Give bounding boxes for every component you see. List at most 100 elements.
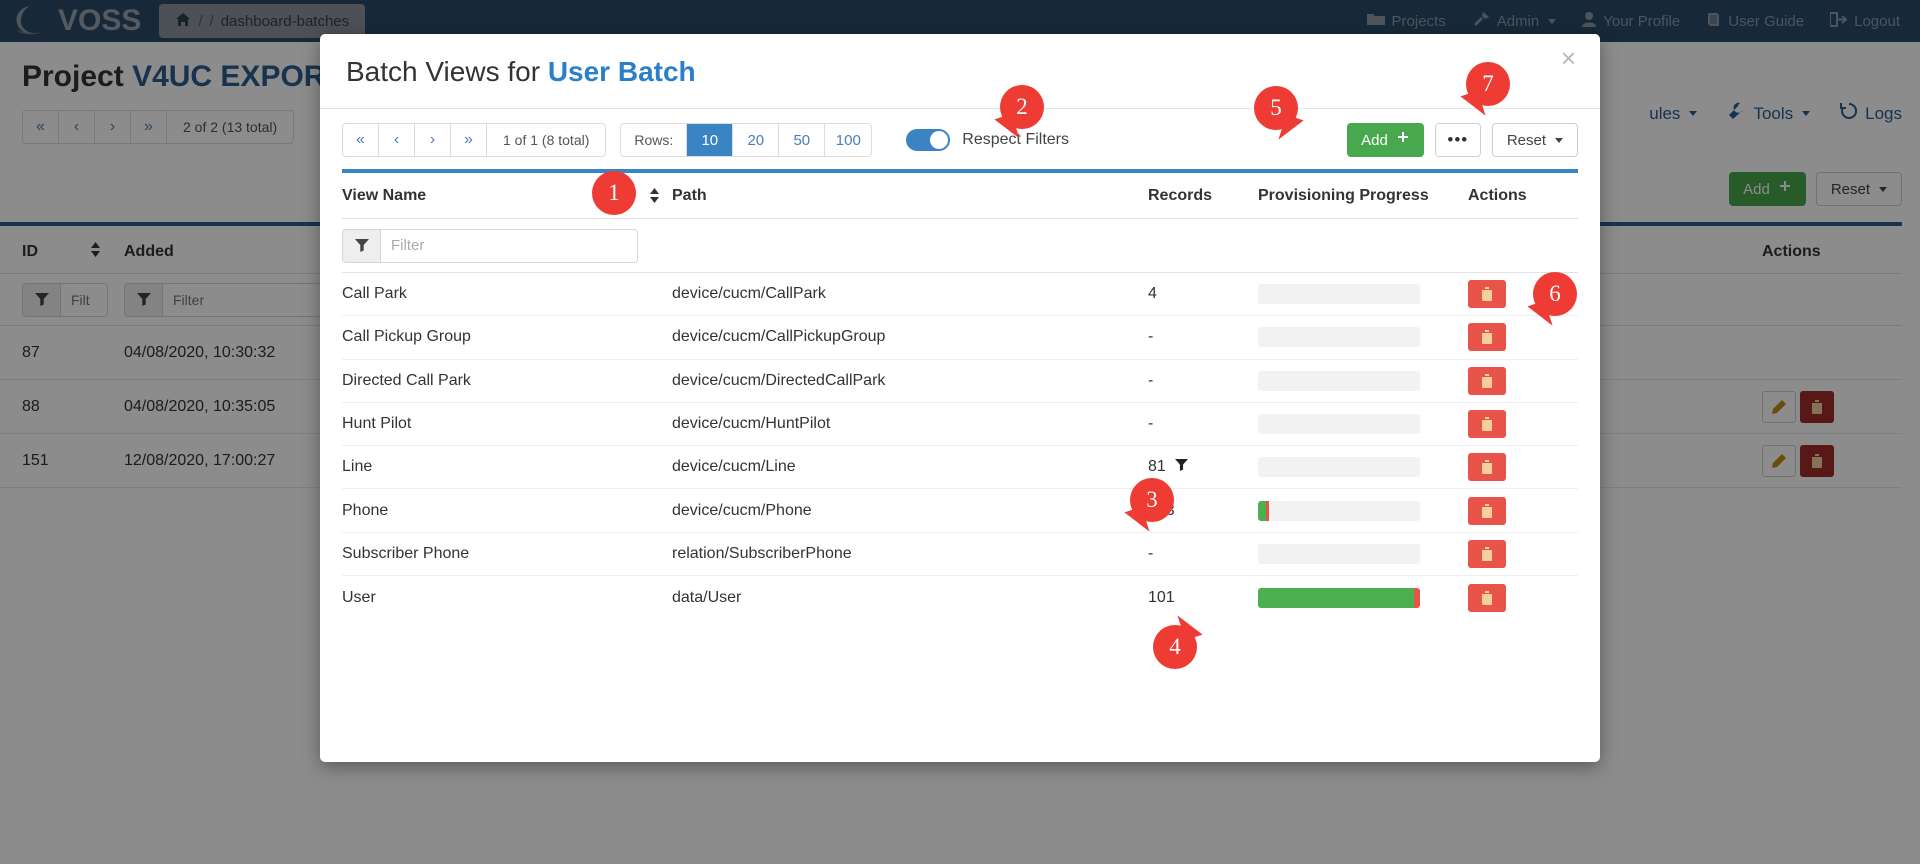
page-prev-button[interactable]: ‹	[379, 124, 415, 156]
progress-fill-error	[1413, 587, 1420, 608]
cell-records: -	[1148, 415, 1154, 433]
filter-icon[interactable]	[1174, 458, 1188, 476]
page-next-button[interactable]: ›	[415, 124, 451, 156]
page-first-button[interactable]: «	[343, 124, 379, 156]
cell-path: device/cucm/DirectedCallPark	[672, 371, 886, 389]
callout-badge-5: 5	[1254, 86, 1298, 130]
delete-button[interactable]	[1468, 366, 1506, 395]
view-name-filter-group[interactable]	[342, 228, 638, 263]
delete-button[interactable]	[1468, 583, 1506, 612]
plus-icon	[1396, 131, 1410, 149]
col-provisioning-progress: Provisioning Progress	[1258, 186, 1429, 204]
table-row[interactable]: Directed Call Park device/cucm/DirectedCa…	[342, 360, 1578, 403]
progress-bar	[1258, 543, 1420, 564]
modal-toolbar-actions: Add ••• Reset	[1347, 123, 1578, 157]
batch-views-table: View Name Path Records Provisioning Prog…	[320, 173, 1600, 619]
cell-records: 101	[1148, 588, 1175, 606]
progress-fill-error	[1266, 500, 1269, 521]
table-body: Call Park device/cucm/CallPark 4 Call Picku…	[342, 273, 1578, 619]
callout-badge-1: 1	[592, 171, 636, 215]
screen-root: VOSS / / dashboard-batches Projects Admi…	[0, 0, 1920, 864]
reset-label: Reset	[1506, 131, 1546, 149]
progress-bar	[1258, 457, 1420, 478]
progress-bar	[1258, 370, 1420, 391]
cell-path: device/cucm/Phone	[672, 501, 812, 519]
cell-view-name: User	[342, 588, 376, 606]
cell-records: -	[1148, 328, 1154, 346]
modal-title-highlight: User Batch	[547, 56, 696, 87]
batch-views-modal: × Batch Views for User Batch « ‹ › » 1 o…	[320, 34, 1600, 762]
cell-path: device/cucm/Line	[672, 458, 796, 476]
delete-button[interactable]	[1468, 410, 1506, 439]
cell-path: relation/SubscriberPhone	[672, 544, 852, 562]
cell-path: data/User	[672, 588, 742, 606]
close-icon[interactable]: ×	[1555, 44, 1582, 72]
cell-path: device/cucm/HuntPilot	[672, 415, 831, 433]
cell-view-name: Subscriber Phone	[342, 544, 470, 562]
more-options-button[interactable]: •••	[1434, 123, 1481, 157]
table-row[interactable]: Hunt Pilot device/cucm/HuntPilot -	[342, 403, 1578, 447]
sort-icon[interactable]	[638, 188, 660, 203]
cell-view-name: Line	[342, 458, 373, 476]
rows-option-100[interactable]: 100	[825, 124, 871, 156]
delete-button[interactable]	[1468, 453, 1506, 482]
page-last-button[interactable]: »	[451, 124, 487, 156]
rows-option-20[interactable]: 20	[733, 124, 780, 156]
cell-view-name: Phone	[342, 501, 389, 519]
delete-button[interactable]	[1468, 539, 1506, 568]
add-button[interactable]: Add	[1347, 123, 1424, 157]
cell-records: 4	[1148, 285, 1157, 303]
callout-badge-4: 4	[1153, 625, 1197, 669]
add-label: Add	[1361, 131, 1388, 149]
callout-badge-2: 2	[1000, 85, 1044, 129]
view-name-filter-input[interactable]	[381, 229, 637, 262]
cell-records: -	[1148, 544, 1154, 562]
table-header: View Name Path Records Provisioning Prog…	[342, 173, 1578, 219]
col-path[interactable]: Path	[660, 187, 1148, 205]
callout-badge-6: 6	[1533, 272, 1577, 316]
rows-option-50[interactable]: 50	[779, 124, 826, 156]
cell-view-name: Hunt Pilot	[342, 415, 412, 433]
delete-button[interactable]	[1468, 280, 1506, 309]
respect-filters-control[interactable]: Respect Filters	[906, 129, 1069, 151]
progress-fill-success	[1258, 500, 1267, 521]
cell-records: 81	[1148, 458, 1166, 476]
table-row[interactable]: Call Pickup Group device/cucm/CallPickupG…	[342, 316, 1578, 360]
modal-pagination: « ‹ › » 1 of 1 (8 total)	[342, 123, 607, 157]
table-row[interactable]: Call Park device/cucm/CallPark 4	[342, 273, 1578, 317]
modal-title: Batch Views for User Batch	[320, 34, 1600, 88]
progress-bar	[1258, 587, 1420, 608]
progress-bar	[1258, 327, 1420, 348]
rows-label: Rows:	[621, 124, 688, 156]
chevron-down-icon	[1555, 137, 1563, 143]
rows-per-page-group: Rows: 10 20 50 100	[620, 123, 873, 157]
table-row[interactable]: Phonedevice/cucm/Phone193	[342, 489, 1578, 533]
cell-view-name: Directed Call Park	[342, 371, 471, 389]
respect-filters-toggle[interactable]	[906, 129, 951, 151]
callout-badge-3: 3	[1130, 478, 1174, 522]
modal-title-prefix: Batch Views for	[346, 56, 541, 87]
table-filter-row	[342, 219, 1578, 273]
progress-fill-success	[1258, 587, 1414, 608]
col-records: Records	[1148, 186, 1213, 204]
table-row[interactable]: Subscriber Phone relation/SubscriberPhone…	[342, 533, 1578, 577]
callout-badge-7: 7	[1466, 62, 1510, 106]
modal-toolbar: « ‹ › » 1 of 1 (8 total) Rows: 10 20 50 …	[320, 109, 1600, 169]
cell-view-name: Call Pickup Group	[342, 328, 471, 346]
page-info: 1 of 1 (8 total)	[503, 132, 590, 148]
toggle-knob	[930, 131, 949, 149]
table-row[interactable]: User data/User 101	[342, 576, 1578, 619]
cell-path: device/cucm/CallPickupGroup	[672, 328, 886, 346]
table-row[interactable]: Line device/cucm/Line 81	[342, 446, 1578, 490]
rows-option-10[interactable]: 10	[687, 124, 734, 156]
delete-button[interactable]	[1468, 496, 1506, 525]
cell-records: -	[1148, 371, 1154, 389]
cell-path: device/cucm/CallPark	[672, 285, 826, 303]
progress-bar	[1258, 500, 1420, 521]
cell-view-name: Call Park	[342, 285, 407, 303]
reset-button[interactable]: Reset	[1491, 123, 1578, 157]
col-actions: Actions	[1468, 186, 1527, 204]
delete-button[interactable]	[1468, 323, 1506, 352]
progress-bar	[1258, 414, 1420, 435]
filter-icon[interactable]	[343, 229, 381, 262]
